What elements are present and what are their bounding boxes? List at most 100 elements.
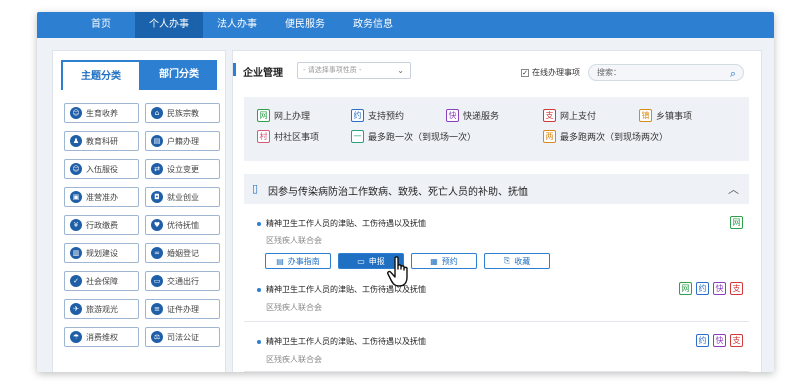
- people-icon: ♟: [70, 135, 82, 147]
- category-label: 消费维权: [86, 332, 118, 342]
- nav-item-home[interactable]: 首页: [67, 12, 135, 38]
- legend-item: 两最多跑两次（到现场两次）: [543, 130, 668, 143]
- group-title: 因参与传染病防治工作致病、致残、死亡人员的补助、抚恤: [268, 187, 528, 198]
- apply-label: 申报: [368, 256, 385, 266]
- category-label: 就业创业: [167, 192, 199, 202]
- nav-item-convenience[interactable]: 便民服务: [271, 12, 339, 38]
- legend-label: 村社区事项: [274, 133, 320, 143]
- legend-label: 网上办理: [274, 112, 311, 122]
- portal-window: 首页 个人办事 法人办事 便民服务 政务信息 主题分类 部门分类 ☺ 生育收养 ⌂…: [37, 12, 774, 372]
- category-label: 规划建设: [86, 248, 118, 258]
- online-checkbox[interactable]: ✓ 在线办理事项: [521, 67, 580, 78]
- payment-tag-icon: 支: [543, 109, 556, 122]
- category-label: 证件办理: [167, 304, 199, 314]
- tab-department[interactable]: 部门分类: [141, 60, 217, 90]
- online-tag-icon: 网: [730, 216, 743, 229]
- category-grid: ☺ 生育收养 ⌂ 民族宗教 ♟ 教育科研 ▤ 户籍办理 ☺ 入伍服役 ⇄ 设立变更 ▣ 准营准…: [64, 103, 225, 347]
- category-label: 民族宗教: [167, 108, 199, 118]
- service-item-tags: 网 约 快 支: [679, 282, 743, 295]
- rings-icon: ∞: [151, 247, 163, 259]
- heart-icon: ♥: [151, 219, 163, 231]
- category-label: 入伍服役: [86, 164, 118, 174]
- umbrella-icon: ☂: [70, 331, 82, 343]
- temple-icon: ⌂: [151, 107, 163, 119]
- payment-tag-icon: 支: [730, 334, 743, 347]
- id-card-icon: ▤: [151, 135, 163, 147]
- top-nav: 首页 个人办事 法人办事 便民服务 政务信息: [37, 12, 774, 38]
- category-label: 生育收养: [86, 108, 118, 118]
- category-label: 婚姻登记: [167, 248, 199, 258]
- village-tag-icon: 村: [257, 130, 270, 143]
- category-label: 户籍办理: [167, 136, 199, 146]
- appointment-button[interactable]: ▦ 预约: [411, 253, 477, 269]
- title-accent-bar: [233, 63, 236, 76]
- bullet-dot: [257, 288, 261, 292]
- category-item[interactable]: ✓ 社会保障: [64, 271, 139, 291]
- building-icon: ▥: [70, 247, 82, 259]
- category-item[interactable]: ▭ 交通出行: [145, 271, 220, 291]
- appointment-label: 预约: [441, 256, 458, 266]
- bus-icon: ▭: [151, 275, 163, 287]
- online-checkbox-label: 在线办理事项: [532, 68, 580, 77]
- favorite-button[interactable]: ⎘ 收藏: [484, 253, 550, 269]
- nav-item-legal[interactable]: 法人办事: [203, 12, 271, 38]
- appointment-tag-icon: 约: [696, 282, 709, 295]
- legend-item: 镇乡镇事项: [639, 109, 692, 122]
- category-item[interactable]: ☺ 生育收养: [64, 103, 139, 123]
- category-item[interactable]: ▥ 规划建设: [64, 243, 139, 263]
- category-item[interactable]: ¥ 行政缴费: [64, 215, 139, 235]
- legend-label: 乡镇事项: [656, 112, 693, 122]
- category-label: 设立变更: [167, 164, 199, 174]
- checkbox-checked-icon: ✓: [521, 68, 529, 77]
- category-label: 交通出行: [167, 276, 199, 286]
- express-tag-icon: 快: [713, 282, 726, 295]
- item-divider: [244, 321, 749, 322]
- category-item[interactable]: ☺ 入伍服役: [64, 159, 139, 179]
- category-item[interactable]: ♟ 教育科研: [64, 131, 139, 151]
- payment-tag-icon: 支: [730, 282, 743, 295]
- category-item[interactable]: ✈ 旅游观光: [64, 299, 139, 319]
- category-item[interactable]: ⌂ 民族宗教: [145, 103, 220, 123]
- online-tag-icon: 网: [257, 109, 270, 122]
- chevron-up-icon[interactable]: ︿: [728, 181, 739, 197]
- category-label: 教育科研: [86, 136, 118, 146]
- township-tag-icon: 镇: [639, 109, 652, 122]
- category-item[interactable]: ⚖ 司法公证: [145, 327, 220, 347]
- content-header: 企业管理 - 请选择事项性质 - ⌄ ✓ 在线办理事项 搜索： ⌕: [233, 51, 761, 81]
- category-label: 旅游观光: [86, 304, 118, 314]
- category-item[interactable]: ∞ 婚姻登记: [145, 243, 220, 263]
- item-type-select[interactable]: - 请选择事项性质 - ⌄: [297, 62, 411, 79]
- category-label: 优待抚恤: [167, 220, 199, 230]
- service-item-dept: 区残疾人联合会: [266, 355, 322, 364]
- category-item[interactable]: ☂ 消费维权: [64, 327, 139, 347]
- plane-icon: ✈: [70, 303, 82, 315]
- guide-button[interactable]: ▤ 办事指南: [265, 253, 331, 269]
- nav-item-gov-info[interactable]: 政务信息: [339, 12, 407, 38]
- appointment-tag-icon: 约: [696, 334, 709, 347]
- category-item[interactable]: ♥ 优待抚恤: [145, 215, 220, 235]
- briefcase-icon: ◘: [151, 191, 163, 203]
- service-item-dept: 区残疾人联合会: [266, 303, 322, 312]
- category-item[interactable]: ▣ 准营准办: [64, 187, 139, 207]
- service-item-tags: 约 快 支: [696, 334, 743, 347]
- service-item-title[interactable]: 精神卫生工作人员的津贴、工伤待遇以及抚恤: [266, 336, 426, 347]
- category-item[interactable]: ▤ 户籍办理: [145, 131, 220, 151]
- category-item[interactable]: ≡ 证件办理: [145, 299, 220, 319]
- one-visit-tag-icon: 一: [351, 130, 364, 143]
- search-icon[interactable]: ⌕: [730, 66, 736, 81]
- nav-item-personal[interactable]: 个人办事: [135, 12, 203, 38]
- legend-label: 网上支付: [560, 112, 597, 122]
- service-group-header[interactable]: ▯ 因参与传染病防治工作致病、致残、死亡人员的补助、抚恤 ︿: [244, 174, 749, 204]
- baby-icon: ☺: [70, 107, 82, 119]
- tab-topic[interactable]: 主题分类: [61, 60, 141, 90]
- service-item-title[interactable]: 精神卫生工作人员的津贴、工伤待遇以及抚恤: [266, 218, 426, 229]
- list-doc-icon: ▯: [252, 182, 259, 195]
- category-item[interactable]: ◘ 就业创业: [145, 187, 220, 207]
- license-icon: ▣: [70, 191, 82, 203]
- category-item[interactable]: ⇄ 设立变更: [145, 159, 220, 179]
- service-item-dept: 区残疾人联合会: [266, 236, 322, 245]
- search-input[interactable]: 搜索： ⌕: [588, 64, 744, 81]
- legend-item: 一最多跑一次（到现场一次）: [351, 130, 476, 143]
- change-icon: ⇄: [151, 163, 163, 175]
